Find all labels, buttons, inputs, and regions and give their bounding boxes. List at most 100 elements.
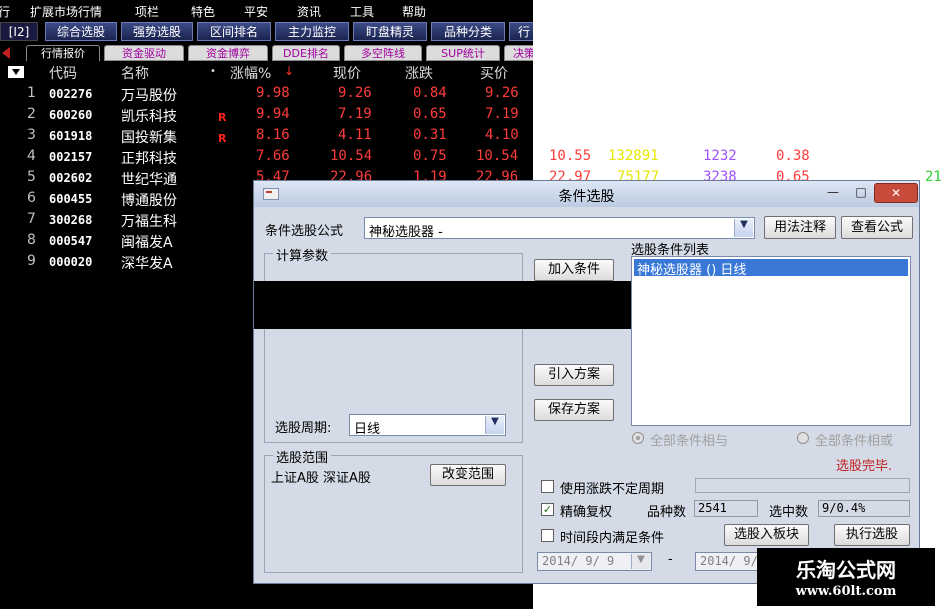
exact-rights-checkbox[interactable]: ✓ [541,503,554,516]
header-diff[interactable]: 涨跌 [405,63,433,83]
range-value: 上证A股 深证A股 [271,471,371,486]
menu-item-extended-market[interactable]: 扩展市场行情 [30,3,102,20]
bid: 4.10 [485,127,519,143]
stock-code: 600260 [49,108,93,122]
save-plan-button[interactable]: 保存方案 [534,399,614,421]
menu-item-special[interactable]: 特色 [191,3,215,20]
column-menu-button[interactable] [8,66,24,78]
calc-params-title: 计算参数 [273,245,332,264]
dialog-titlebar[interactable]: 条件选股 — □ ✕ [254,181,919,207]
formula-label: 条件选股公式 [265,224,344,239]
header-bid[interactable]: 买价 [480,63,508,83]
import-plan-button[interactable]: 引入方案 [534,364,614,386]
change-pct: 8.16 [256,127,290,143]
or-radio[interactable] [797,432,809,444]
stock-name: 凯乐科技 [121,109,177,125]
list-item-label: 神秘选股器 () 日线 [637,263,747,278]
tab-sup-stats[interactable]: SUP统计 [426,45,500,61]
price: 9.26 [338,85,372,101]
menu-item-news[interactable]: 资讯 [297,3,321,20]
date-from-picker[interactable]: 2014/ 9/ 9 ▼ [537,552,652,571]
edge-value: 9 [932,148,941,164]
comprehensive-pick-button[interactable]: 综合选股 [45,22,117,41]
range-rank-button[interactable]: 区间排名 [197,22,271,41]
minimize-icon[interactable]: — [820,183,846,201]
current-volume: 1232 [703,148,737,164]
menu-item-pingan[interactable]: 平安 [244,3,268,20]
pick-range-title: 选股范围 [273,447,332,466]
table-row[interactable]: 3 601918 国投新集 R 8.16 4.11 0.31 4.10 [0,126,945,146]
condition-list[interactable]: 神秘选股器 () 日线 [631,256,911,426]
stock-code: 000020 [49,255,93,269]
row-index: 1 [27,85,36,101]
row-index: 3 [27,127,36,143]
menu-item-tools[interactable]: 工具 [350,3,374,20]
row-index: 9 [27,253,36,269]
header-change-pct[interactable]: 涨幅% [230,63,271,83]
market-id-label: [I2] [0,22,38,41]
period-select[interactable]: 日线 ▼ [349,414,506,437]
list-item[interactable]: 神秘选股器 () 日线 [634,259,908,278]
period-label: 选股周期: [275,421,332,436]
table-row[interactable]: 2 600260 凯乐科技 R 9.94 7.19 0.65 7.19 [0,105,945,125]
change-pct: 9.94 [256,106,290,122]
tab-capital-game[interactable]: 资金博弈 [188,45,268,61]
irregular-period-label: 使用涨跌不定周期 [560,482,665,497]
stock-name: 万马股份 [121,88,177,104]
site-watermark: 乐淘公式网 www.60lt.com [757,548,935,606]
close-icon[interactable]: ✕ [874,183,918,203]
menu-item-partial[interactable]: 行 [0,3,10,20]
dropdown-arrow-icon [12,69,20,75]
and-radio[interactable] [632,432,644,444]
count-value: 2541 [694,500,758,517]
header-code[interactable]: 代码 [49,63,77,83]
stock-name: 博通股份 [121,193,177,209]
stock-name: 世纪华通 [121,172,177,188]
table-row[interactable]: 4 002157 正邦科技 7.66 10.54 0.75 10.54 10.5… [0,147,945,167]
tab-decision[interactable]: 决策 [504,45,533,61]
stock-code: 601918 [49,129,93,143]
header-name[interactable]: 名称 [121,63,149,83]
add-condition-button[interactable]: 加入条件 [534,259,614,281]
row-index: 6 [27,190,36,206]
run-pick-button[interactable]: 执行选股 [834,524,910,546]
menu-item-columns[interactable]: 项栏 [135,3,159,20]
stock-name: 深华发A [121,256,173,272]
strong-pick-button[interactable]: 强势选股 [121,22,193,41]
diff: 0.75 [413,148,447,164]
time-range-checkbox[interactable] [541,529,554,542]
menu-item-help[interactable]: 帮助 [402,3,426,20]
tab-long-short[interactable]: 多空阵线 [344,45,422,61]
watch-genie-button[interactable]: 盯盘精灵 [353,22,427,41]
diff: 0.31 [413,127,447,143]
date-separator: - [668,552,673,567]
formula-value: 神秘选股器 - [369,225,443,240]
extra-value: 4.82 [849,148,883,164]
tab-scroll-left-icon[interactable] [2,47,10,59]
main-force-monitor-button[interactable]: 主力监控 [275,22,349,41]
tab-capital-drive[interactable]: 资金驱动 [104,45,184,61]
header-price[interactable]: 现价 [333,63,361,83]
stock-code: 300268 [49,213,93,227]
change-range-button[interactable]: 改变范围 [430,464,506,486]
chevron-down-icon: ▼ [631,554,650,569]
stock-code: 002157 [49,150,93,164]
or-radio-label: 全部条件相或 [815,434,894,449]
view-formula-button[interactable]: 查看公式 [841,216,913,239]
save-to-block-button[interactable]: 选股入板块 [724,524,809,546]
row-index: 7 [27,211,36,227]
tab-quotes[interactable]: 行情报价 [26,45,100,61]
category-button[interactable]: 品种分类 [431,22,505,41]
formula-select[interactable]: 神秘选股器 - ▼ [364,217,755,240]
maximize-icon[interactable]: □ [848,183,874,201]
price: 10.54 [330,148,373,164]
usage-note-button[interactable]: 用法注释 [764,216,836,239]
irregular-period-checkbox[interactable] [541,480,554,493]
toolbar-overflow-button[interactable]: 行 [509,22,533,41]
change-pct: 9.98 [256,85,290,101]
change-pct: 7.66 [256,148,290,164]
and-radio-label: 全部条件相与 [650,434,729,449]
table-row[interactable]: 1 002276 万马股份 9.98 9.26 0.84 9.26 [0,84,945,104]
bid: 9.26 [485,85,519,101]
tab-dde-rank[interactable]: DDE排名 [272,45,340,61]
